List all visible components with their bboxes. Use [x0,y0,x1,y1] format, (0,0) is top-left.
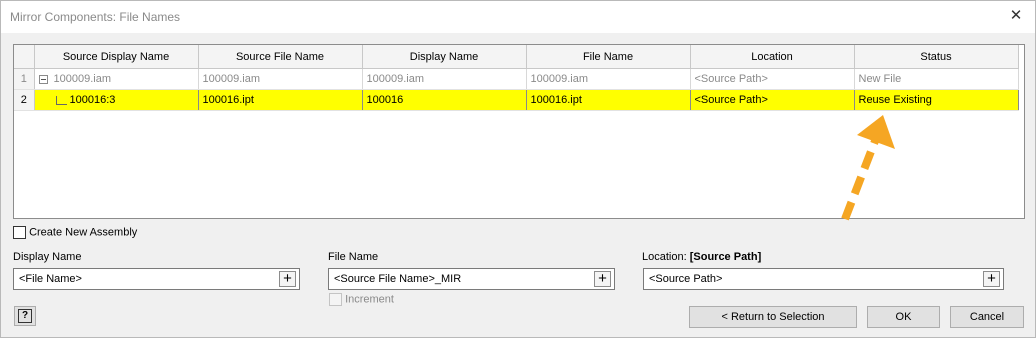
column-header-location[interactable]: Location [690,45,855,69]
cell-source-display-name[interactable]: 100016:3 [34,89,199,111]
cell-status[interactable]: New File [854,68,1019,90]
collapse-icon[interactable] [38,74,48,84]
cell-display-name[interactable]: 100016 [362,89,527,111]
cell-location[interactable]: <Source Path> [690,68,855,90]
location-label-group: Location: [Source Path] [642,251,761,263]
grid-header-row: Source Display Name Source File Name Dis… [14,45,1019,69]
mirror-components-dialog: Mirror Components: File Names ✕ Source D… [0,0,1036,338]
row-number: 1 [14,68,35,90]
column-header-display-name[interactable]: Display Name [362,45,527,69]
location-label: Location: [642,251,687,263]
cell-display-name[interactable]: 100009.iam [362,68,527,90]
cell-source-display-name[interactable]: 100009.iam [34,68,199,90]
display-name-field[interactable]: <File Name> + [13,268,300,290]
column-header-source-file-name[interactable]: Source File Name [198,45,363,69]
file-name-add-button[interactable]: + [594,271,611,287]
help-icon: ? [18,309,32,323]
file-name-field[interactable]: <Source File Name>_MIR + [328,268,615,290]
column-header-rownum [14,45,35,69]
table-row[interactable]: 1 100009.iam 100009.iam 100009.iam 10000… [14,68,1019,90]
row-number: 2 [14,89,35,111]
window-title: Mirror Components: File Names [10,10,181,24]
annotation-arrow-icon [841,115,895,221]
location-value: <Source Path> [649,273,723,285]
increment-checkbox[interactable] [329,293,342,306]
file-name-value: <Source File Name>_MIR [334,273,462,285]
cell-text: 100016:3 [69,94,116,106]
display-name-value: <File Name> [19,273,82,285]
display-name-label: Display Name [13,251,82,263]
location-field[interactable]: <Source Path> + [643,268,1004,290]
location-label-value: [Source Path] [689,251,762,263]
cell-text: 100009.iam [53,73,112,85]
create-new-assembly-checkbox[interactable] [13,226,26,239]
cell-source-file-name[interactable]: 100009.iam [198,68,363,90]
cell-file-name[interactable]: 100009.iam [526,68,691,90]
help-button[interactable]: ? [14,306,36,326]
display-name-add-button[interactable]: + [279,271,296,287]
tree-branch-icon [55,96,67,105]
increment-option[interactable]: Increment [329,293,394,306]
file-name-label: File Name [328,251,379,263]
column-header-source-display-name[interactable]: Source Display Name [34,45,199,69]
column-header-file-name[interactable]: File Name [526,45,691,69]
return-to-selection-button[interactable]: < Return to Selection [689,306,857,328]
cell-file-name[interactable]: 100016.ipt [526,89,691,111]
create-new-assembly-option[interactable]: Create New Assembly [13,226,137,239]
create-new-assembly-label: Create New Assembly [29,226,138,239]
cancel-button[interactable]: Cancel [950,306,1024,328]
location-add-button[interactable]: + [983,271,1000,287]
cell-source-file-name[interactable]: 100016.ipt [198,89,363,111]
increment-label: Increment [345,293,394,306]
cell-location[interactable]: <Source Path> [690,89,855,111]
column-header-status[interactable]: Status [854,45,1019,69]
ok-button[interactable]: OK [867,306,940,328]
table-row[interactable]: 2 100016:3 100016.ipt 100016 100016.ipt … [14,89,1019,111]
cell-status[interactable]: Reuse Existing [854,89,1019,111]
title-bar: Mirror Components: File Names ✕ [1,1,1035,33]
close-icon[interactable]: ✕ [1009,8,1023,24]
